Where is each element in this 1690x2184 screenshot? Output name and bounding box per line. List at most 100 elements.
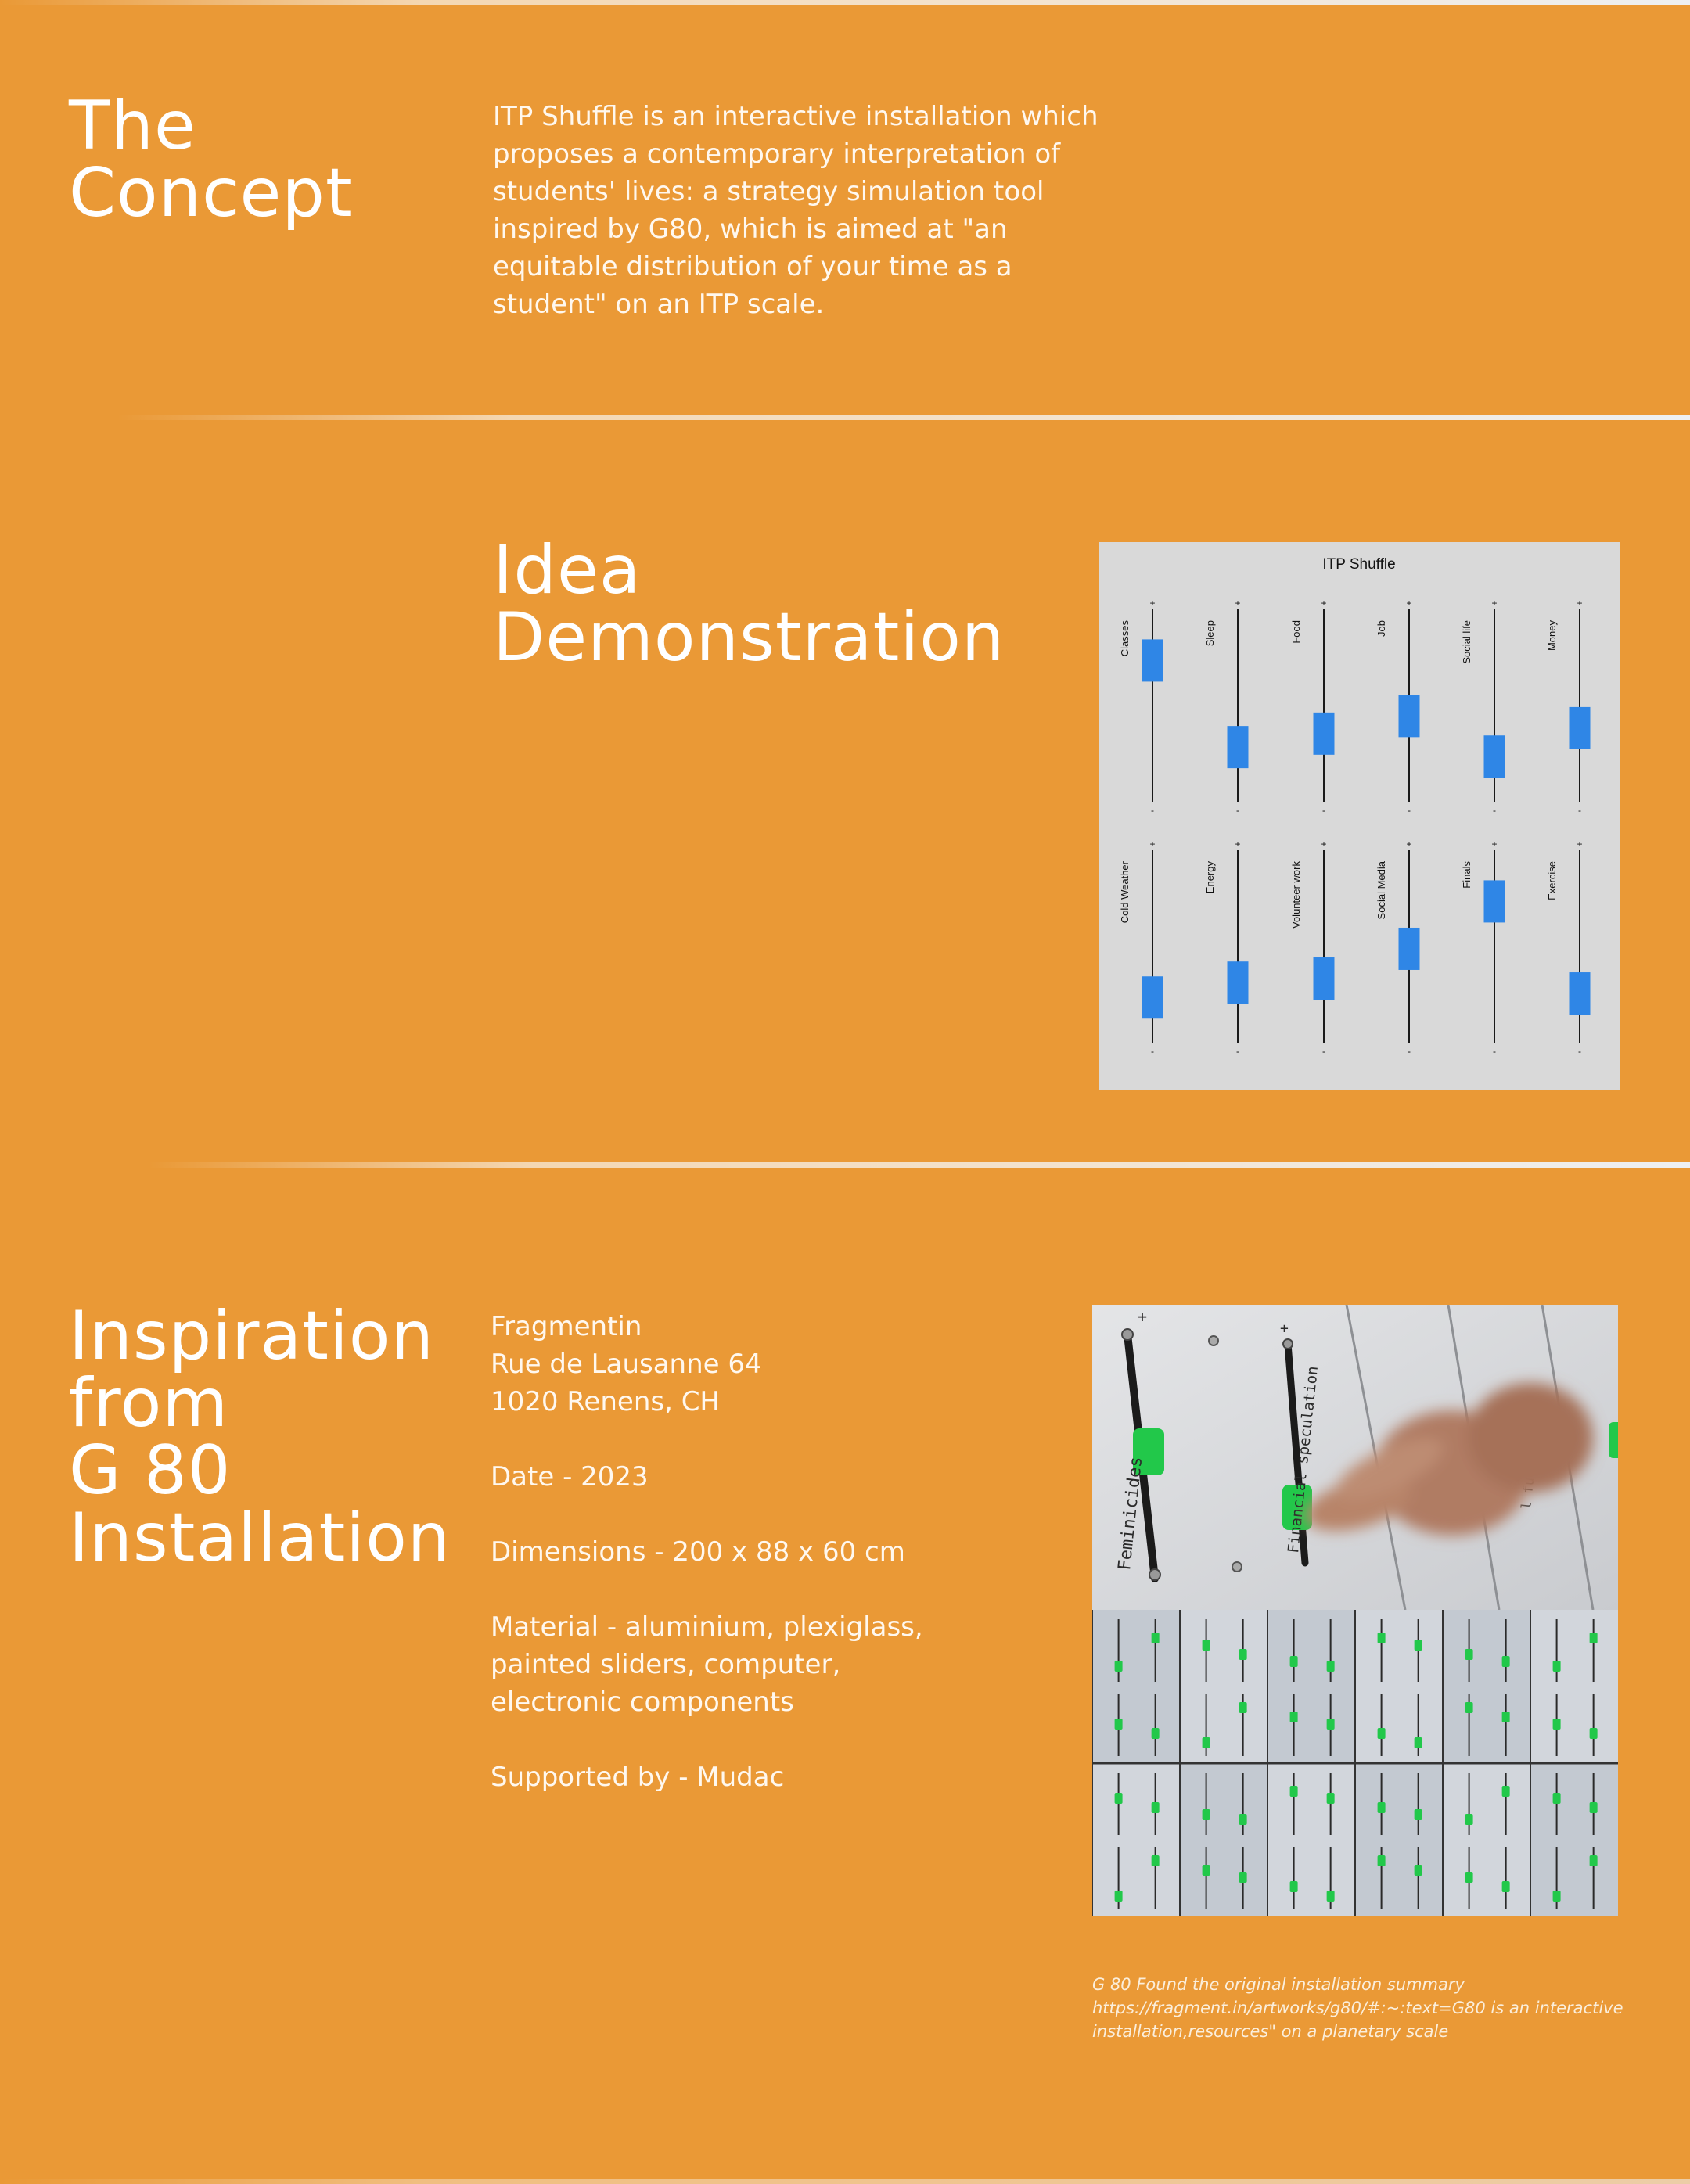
grid-slider-knob bbox=[1151, 1802, 1160, 1813]
screw-icon bbox=[1232, 1561, 1242, 1572]
grid-panel bbox=[1180, 1610, 1268, 1763]
slider-label-classes: Classes bbox=[1119, 620, 1131, 657]
slider-label-job: Job bbox=[1375, 620, 1387, 637]
slider-minus-mark: - bbox=[1408, 805, 1411, 816]
grid-slider-knob bbox=[1114, 1793, 1123, 1804]
g80-panel-grid-photo bbox=[1092, 1610, 1618, 1916]
slider-label-cold-weather: Cold Weather bbox=[1119, 860, 1131, 923]
grid-panel bbox=[1355, 1610, 1443, 1763]
slider-plus-mark: + bbox=[1149, 598, 1155, 609]
slider-knob-social-life bbox=[1483, 735, 1505, 778]
grid-slider-knob bbox=[1465, 1872, 1473, 1883]
grid-slider-knob bbox=[1552, 1661, 1561, 1672]
info-dimensions: Dimensions - 200 x 88 x 60 cm bbox=[491, 1536, 905, 1568]
slider-plus-mark: + bbox=[1406, 598, 1411, 609]
bottom-divider bbox=[0, 2179, 1690, 2184]
g80-panel-grid-image bbox=[1092, 1610, 1618, 1916]
grid-slider-knob bbox=[1114, 1891, 1123, 1902]
grid-slider-knob bbox=[1239, 1872, 1247, 1883]
grid-slider-knob bbox=[1114, 1661, 1123, 1672]
info-date: Date - 2023 bbox=[491, 1461, 649, 1493]
grid-slider-knob bbox=[1501, 1712, 1510, 1722]
grid-slider-knob bbox=[1326, 1719, 1335, 1730]
grid-slider-knob bbox=[1326, 1661, 1335, 1672]
slider-label-volunteer-work: Volunteer work bbox=[1290, 861, 1302, 929]
grid-slider-knob bbox=[1239, 1814, 1247, 1825]
screw-icon bbox=[1282, 1338, 1293, 1349]
slider-knob-volunteer-work bbox=[1313, 957, 1335, 1000]
slider-minus-mark: - bbox=[1322, 1046, 1325, 1057]
grid-panel bbox=[1530, 1763, 1618, 1916]
slider-minus-mark: - bbox=[1408, 1046, 1411, 1057]
slider-knob-food bbox=[1313, 712, 1335, 755]
grid-slider-knob bbox=[1151, 1633, 1160, 1643]
grid-slider-knob bbox=[1114, 1719, 1123, 1730]
source-caption: G 80 Found the original installation sum… bbox=[1092, 1975, 1623, 2041]
slider-label-social-life: Social life bbox=[1461, 620, 1472, 664]
grid-panel bbox=[1355, 1763, 1443, 1916]
section-divider-1 bbox=[117, 415, 1690, 420]
screw-icon bbox=[1208, 1335, 1219, 1346]
grid-slider-knob bbox=[1501, 1786, 1510, 1797]
itp-shuffle-mockup-canvas: ITP Shuffle + - Classes + - Sleep + - Food + - Job +… bbox=[1099, 542, 1620, 1090]
slider-plus-mark: + bbox=[1577, 839, 1582, 850]
itp-shuffle-mockup: ITP Shuffle + - Classes + - Sleep + - Food + - Job +… bbox=[1099, 542, 1620, 1090]
slider-plus-mark: + bbox=[1491, 598, 1497, 609]
slider-label-social-media: Social Media bbox=[1375, 860, 1387, 919]
grid-panel bbox=[1443, 1610, 1530, 1763]
slider-minus-mark: - bbox=[1151, 1046, 1154, 1057]
slider-minus-mark: - bbox=[1236, 805, 1239, 816]
grid-slider-knob bbox=[1326, 1793, 1335, 1804]
slider-plus-mark: + bbox=[1235, 598, 1240, 609]
grid-slider-knob bbox=[1239, 1649, 1247, 1660]
screw-icon bbox=[1149, 1568, 1161, 1581]
grid-slider-knob bbox=[1552, 1793, 1561, 1804]
top-divider bbox=[0, 0, 1690, 5]
slider-plus-mark: + bbox=[1491, 839, 1497, 850]
section-divider-2 bbox=[149, 1162, 1690, 1168]
grid-panel bbox=[1268, 1610, 1355, 1763]
grid-slider-knob bbox=[1202, 1640, 1210, 1651]
grid-slider-knob bbox=[1414, 1865, 1422, 1876]
slider-plus-mark: + bbox=[1577, 598, 1582, 609]
grid-slider-knob bbox=[1289, 1712, 1298, 1722]
plus-mark: + bbox=[1138, 1307, 1147, 1326]
grid-slider-knob bbox=[1377, 1802, 1386, 1813]
grid-slider-knob bbox=[1289, 1786, 1298, 1797]
grid-panel bbox=[1530, 1610, 1618, 1763]
slider-knob-job bbox=[1398, 695, 1420, 738]
slider-knob-sleep bbox=[1227, 726, 1249, 769]
info-address: Fragmentin Rue de Lausanne 64 1020 Renen… bbox=[491, 1311, 762, 1417]
grid-panel bbox=[1092, 1763, 1180, 1916]
slider-knob-finals bbox=[1483, 880, 1505, 923]
g80-closeup-image: Feminicides + Financial speculation + l … bbox=[1092, 1305, 1618, 1610]
slider-label-money: Money bbox=[1546, 620, 1558, 652]
grid-slider-knob bbox=[1414, 1737, 1422, 1748]
slider-minus-mark: - bbox=[1236, 1046, 1239, 1057]
grid-slider-knob bbox=[1501, 1881, 1510, 1892]
g80-closeup-photo: Feminicides + Financial speculation + l … bbox=[1092, 1305, 1618, 1610]
grid-slider-knob bbox=[1377, 1855, 1386, 1866]
grid-slider-knob bbox=[1326, 1891, 1335, 1902]
grid-slider-knob bbox=[1151, 1855, 1160, 1866]
concept-body: ITP Shuffle is an interactive installati… bbox=[493, 101, 1098, 320]
slider-label-food: Food bbox=[1290, 620, 1302, 644]
slider-plus-mark: + bbox=[1149, 839, 1155, 850]
plus-mark: + bbox=[1280, 1320, 1289, 1337]
grid-slider-knob bbox=[1202, 1865, 1210, 1876]
grid-slider-knob bbox=[1202, 1809, 1210, 1820]
grid-slider-knob bbox=[1589, 1728, 1598, 1739]
grid-slider-knob bbox=[1289, 1881, 1298, 1892]
slider-knob-classes bbox=[1142, 639, 1163, 682]
mockup-title: ITP Shuffle bbox=[1322, 556, 1395, 573]
grid-slider-knob bbox=[1465, 1649, 1473, 1660]
installation-info: Fragmentin Rue de Lausanne 64 1020 Renen… bbox=[491, 1308, 1023, 1796]
grid-slider-knob bbox=[1589, 1855, 1598, 1866]
inspiration-heading: Inspiration from G 80 Installation bbox=[69, 1297, 451, 1577]
slider-minus-mark: - bbox=[1493, 1046, 1496, 1057]
grid-slider-knob bbox=[1414, 1809, 1422, 1820]
slider-plus-mark: + bbox=[1321, 598, 1326, 609]
slider-knob bbox=[1609, 1422, 1618, 1458]
slider-minus-mark: - bbox=[1493, 805, 1496, 816]
slider-knob-cold-weather bbox=[1142, 976, 1163, 1019]
